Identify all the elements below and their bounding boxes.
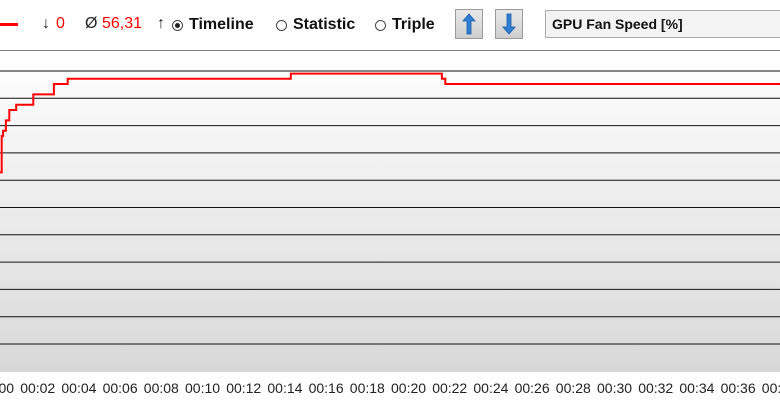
radio-statistic-label: Statistic [293,16,356,33]
x-tick-label: 00:22 [432,380,468,396]
toolbar: ↓ 0 Ø 56,31 ↑ Timeline Statistic Triple … [0,0,780,50]
x-tick-label: 00:14 [267,380,303,396]
average-value: 56,31 [102,15,143,32]
arrow-up-icon [462,13,476,35]
x-tick-label: 00:36 [720,380,756,396]
sensor-select[interactable]: GPU Fan Speed [%] [545,10,780,38]
x-tick-label: 00:10 [185,380,221,396]
arrow-down-icon [502,13,516,35]
radio-timeline-label: Timeline [189,16,254,33]
max-arrow-icon: ↑ [157,15,165,32]
x-tick-label: 00:32 [638,380,674,396]
radio-triple-indicator [375,19,386,31]
timeline-chart [0,50,780,372]
x-tick-label: 00:28 [555,380,591,396]
x-tick-label: 00:06 [102,380,138,396]
sensor-select-value: GPU Fan Speed [%] [552,16,683,32]
x-tick-label: 00:00 [0,380,15,396]
x-tick-label: 00:08 [143,380,179,396]
x-tick-label: 00:04 [61,380,97,396]
x-tick-label: 00:18 [349,380,385,396]
x-tick-label: 00:34 [679,380,715,396]
x-tick-label: 00:26 [514,380,550,396]
radio-statistic-indicator [276,19,287,31]
radio-triple-label: Triple [392,16,435,33]
x-tick-label: 00:02 [20,380,56,396]
x-tick-label: 00:12 [226,380,262,396]
min-arrow-icon: ↓ [42,15,50,32]
x-tick-label: 00:24 [473,380,509,396]
x-tick-label: 00:20 [391,380,427,396]
min-value: 0 [56,15,65,32]
time-axis: 00:00 00:02 00:04 00:06 00:08 00:10 00:12 00:14… [0,372,780,404]
average-icon: Ø [85,15,98,32]
series-legend-line [0,23,18,26]
move-up-button[interactable] [455,9,483,39]
move-down-button[interactable] [495,9,523,39]
x-tick-label: 00:38 [761,380,780,396]
radio-timeline-indicator [172,19,183,31]
x-tick-label: 00:16 [308,380,344,396]
radio-timeline[interactable]: Timeline [172,15,254,35]
x-tick-label: 00:30 [597,380,633,396]
radio-statistic[interactable]: Statistic [276,15,355,35]
radio-triple[interactable]: Triple [375,15,435,35]
